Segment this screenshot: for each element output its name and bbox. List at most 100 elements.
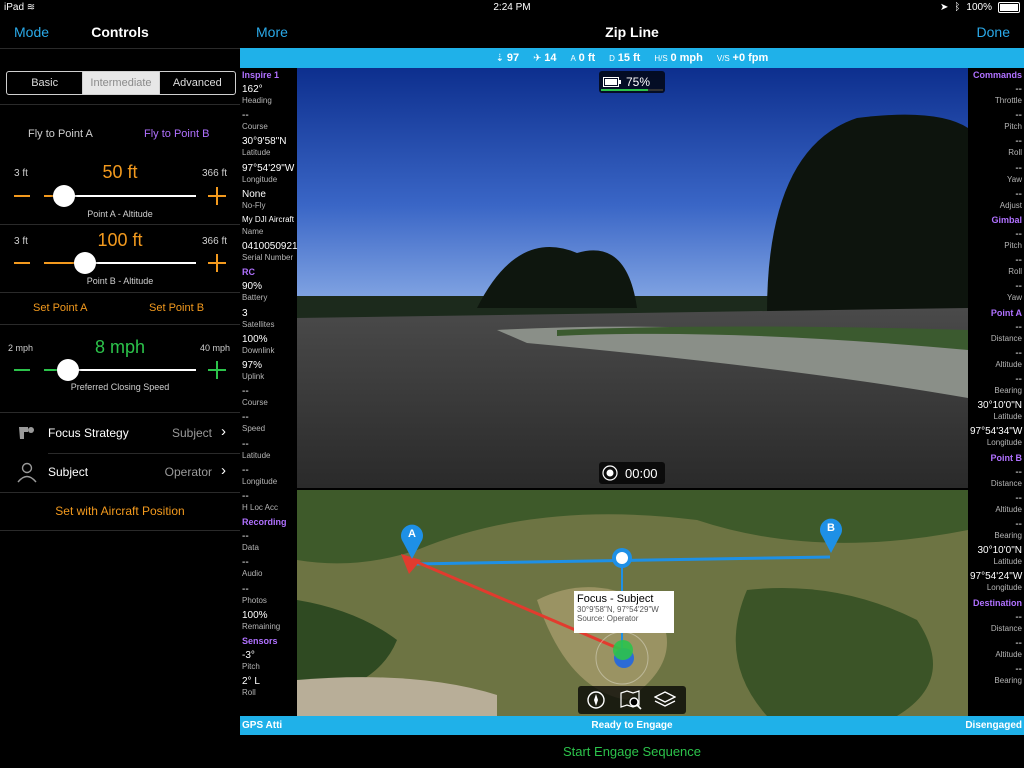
slider-knob[interactable]: [52, 185, 75, 207]
telemetry-value: --: [1015, 519, 1022, 530]
telemetry-label: Audio: [242, 569, 263, 579]
telemetry-value: --: [242, 531, 249, 543]
decrease-b-button[interactable]: [14, 262, 30, 264]
telemetry-label: H Loc Acc: [242, 503, 279, 512]
telemetry-label: Yaw: [1007, 293, 1022, 303]
callout-source: Source: Operator: [577, 614, 639, 623]
telemetry-label: Altitude: [995, 649, 1022, 659]
telemetry-value: 100%: [242, 333, 268, 345]
set-point-b-button[interactable]: Set Point B: [149, 302, 204, 314]
set-point-a-button[interactable]: Set Point A: [33, 302, 87, 314]
slider-knob[interactable]: [74, 252, 97, 274]
telemetry-label: Roll: [1008, 267, 1022, 277]
increase-a-button[interactable]: [208, 187, 226, 205]
telemetry-label: No-Fly: [242, 200, 266, 210]
point-a-altitude-slider[interactable]: [44, 185, 196, 207]
telemetry-label: Photos: [242, 595, 267, 605]
telemetry-label: Roll: [242, 688, 256, 698]
telemetry-right-column: Commands -- Throttle -- Pitch -- Roll -- Yaw -- Ad…: [968, 68, 1024, 716]
telemetry-label: Data: [242, 543, 259, 553]
slider-b-caption: Point B - Altitude: [86, 276, 154, 286]
decrease-a-button[interactable]: [14, 195, 30, 197]
telemetry-label: Heading: [242, 96, 272, 105]
point-b-altitude-slider[interactable]: [44, 252, 196, 274]
telemetry-value: --: [242, 464, 249, 476]
focus-strategy-row[interactable]: Focus Strategy Subject ›: [0, 414, 240, 452]
tab-basic[interactable]: Basic: [7, 72, 84, 94]
panel-title: Controls: [91, 24, 149, 40]
telemetry-value: --: [1015, 611, 1022, 623]
increase-speed-button[interactable]: [208, 361, 226, 379]
marker-a[interactable]: A: [400, 524, 424, 560]
divider: [0, 412, 240, 413]
done-button[interactable]: Done: [977, 24, 1010, 40]
closing-speed-slider[interactable]: [44, 359, 196, 381]
callout-coords: 30°9'58"N, 97°54'29"W: [577, 605, 659, 614]
map-search-icon[interactable]: [620, 690, 642, 710]
telemetry-value: My DJI Aircraft: [242, 215, 295, 224]
telemetry-value: 97°54'29"W: [242, 162, 295, 174]
telemetry-value: --: [1015, 347, 1022, 359]
telemetry-value: -3°: [242, 650, 255, 661]
person-icon: [17, 462, 37, 483]
telemetry-value: --: [242, 583, 249, 595]
telemetry-section-header: RC: [242, 267, 255, 278]
telemetry-value: --: [1015, 374, 1022, 385]
level-segmented-control: Basic Intermediate Advanced: [6, 71, 236, 95]
record-control[interactable]: 00:00: [599, 462, 665, 484]
set-with-aircraft-position-button[interactable]: Set with Aircraft Position: [0, 504, 240, 518]
slider-b-max: 366 ft: [202, 236, 228, 247]
telemetry-value: --: [1015, 664, 1022, 675]
telemetry-label: Yaw: [1007, 174, 1022, 184]
speed-caption: Preferred Closing Speed: [70, 382, 170, 392]
telemetry-value: 97%: [242, 360, 263, 371]
bluetooth-icon: ᛒ: [954, 2, 961, 13]
telemetry-value: 100%: [242, 609, 268, 621]
decrease-speed-button[interactable]: [14, 369, 30, 371]
telemetry-label: Speed: [242, 424, 266, 434]
divider: [0, 292, 240, 293]
tab-intermediate[interactable]: Intermediate: [83, 72, 160, 94]
increase-b-button[interactable]: [208, 254, 226, 272]
telemetry-label: Distance: [990, 623, 1022, 633]
telemetry-label: Downlink: [242, 345, 275, 355]
telemetry-value: 90%: [242, 281, 263, 293]
status-time: 2:24 PM: [493, 2, 531, 13]
telemetry-label: Adjust: [999, 200, 1022, 210]
telemetry-label: Latitude: [993, 557, 1022, 567]
top-nav-bar: More Zip Line Done: [240, 16, 1024, 48]
fly-to-point-a-button[interactable]: Fly to Point A: [28, 128, 93, 140]
engage-status-bar: GPS Atti Ready to Engage Disengaged: [240, 716, 1024, 735]
telemetry-value: --: [1015, 110, 1022, 122]
tab-advanced[interactable]: Advanced: [160, 72, 235, 94]
subject-row[interactable]: Subject Operator ›: [0, 454, 240, 492]
satellite-icon: ✈: [533, 53, 542, 64]
start-engage-sequence-button[interactable]: Start Engage Sequence: [240, 744, 1024, 759]
slider-knob[interactable]: [57, 359, 80, 381]
signal-icon: ⇣: [495, 53, 505, 64]
telemetry-value: --: [1015, 188, 1022, 200]
camera-image: [297, 68, 968, 488]
subject-value: Operator: [164, 465, 212, 479]
telemetry-section-header: Inspire 1: [242, 70, 280, 80]
screen-title: Zip Line: [605, 24, 659, 40]
telemetry-label: Course: [242, 398, 268, 408]
map-view[interactable]: A B Focus - Subject 30°9'58"N, 97°54'29"…: [297, 490, 968, 716]
layers-icon[interactable]: [654, 690, 676, 710]
subject-label: Subject: [48, 465, 89, 479]
telemetry-label: Longitude: [986, 583, 1022, 593]
marker-b[interactable]: B: [819, 518, 843, 554]
telemetry-label: Longitude: [986, 438, 1022, 448]
telemetry-label: Latitude: [242, 450, 271, 460]
telemetry-label: Distance: [990, 478, 1022, 488]
divider: [0, 224, 240, 225]
telemetry-value: 162°: [242, 84, 263, 95]
compass-icon[interactable]: [586, 690, 606, 710]
fly-to-point-b-button[interactable]: Fly to Point B: [144, 128, 209, 140]
telemetry-label: Pitch: [1004, 241, 1022, 250]
marker-a-label: A: [408, 528, 416, 540]
telemetry-value: None: [242, 188, 266, 200]
battery-icon: [603, 77, 621, 87]
camera-feed[interactable]: 75% 00:00: [297, 68, 968, 488]
telemetry-label: Distance: [990, 333, 1022, 343]
